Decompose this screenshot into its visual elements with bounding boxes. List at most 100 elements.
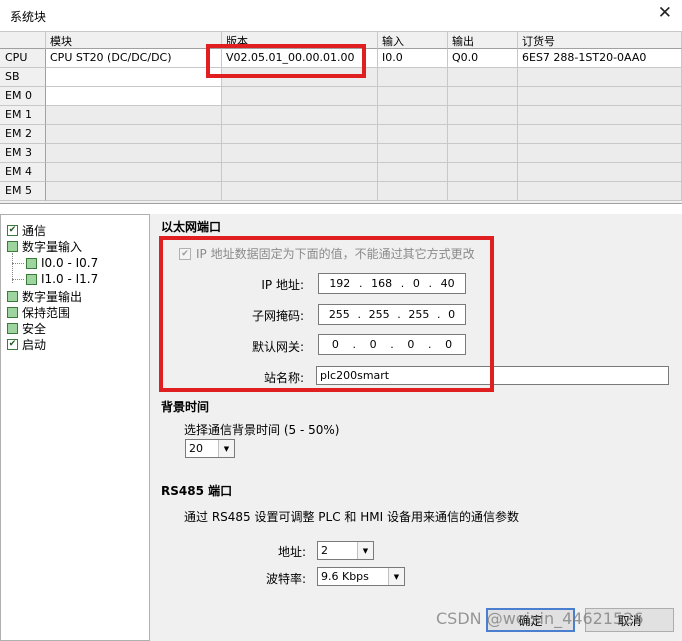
cell-order-number[interactable] <box>518 106 682 125</box>
ip-label: IP 地址: <box>261 278 304 292</box>
tree-item-digital-input[interactable]: 数字量输入 <box>7 238 82 254</box>
cell-order-number[interactable] <box>518 144 682 163</box>
address-value: 2 <box>321 544 328 557</box>
status-square-icon <box>7 322 18 334</box>
row-header[interactable]: SB <box>0 68 46 87</box>
dropdown-arrow-icon[interactable]: ▼ <box>388 568 404 585</box>
header-output[interactable]: 输出 <box>448 32 518 49</box>
cell-input[interactable]: I0.0 <box>378 49 448 68</box>
cell-order-number[interactable] <box>518 68 682 87</box>
cell-order-number[interactable] <box>518 87 682 106</box>
cell-input[interactable] <box>378 106 448 125</box>
subnet-mask-field[interactable]: 255. 255. 255. 0 <box>318 304 466 325</box>
row-header[interactable]: EM 5 <box>0 182 46 201</box>
cell-version[interactable] <box>222 182 378 201</box>
ip-octet-4[interactable]: 40 <box>441 277 455 290</box>
tree-item-startup[interactable]: ✔ 启动 <box>7 336 46 352</box>
gateway-octet-1[interactable]: 0 <box>332 338 339 351</box>
row-header[interactable]: EM 2 <box>0 125 46 144</box>
ip-address-field[interactable]: 192. 168. 0. 40 <box>318 273 466 294</box>
dot-separator: . <box>428 277 433 290</box>
gateway-octet-4[interactable]: 0 <box>445 338 452 351</box>
tree-item-digital-output[interactable]: 数字量输出 <box>7 288 82 304</box>
cell-version[interactable] <box>222 87 378 106</box>
tree-item-i0[interactable]: I0.0 - I0.7 <box>26 255 98 271</box>
dot-separator: . <box>428 338 432 351</box>
cell-version[interactable] <box>222 163 378 182</box>
ip-octet-1[interactable]: 192 <box>329 277 350 290</box>
baud-rate-label: 波特率: <box>265 572 306 586</box>
cell-output[interactable] <box>448 106 518 125</box>
row-header[interactable]: CPU <box>0 49 46 68</box>
ip-octet-3[interactable]: 0 <box>413 277 420 290</box>
header-version[interactable]: 版本 <box>222 32 378 49</box>
row-header[interactable]: EM 3 <box>0 144 46 163</box>
cell-version[interactable] <box>222 125 378 144</box>
header-module[interactable]: 模块 <box>46 32 222 49</box>
tree-item-communication[interactable]: ✔ 通信 <box>7 222 46 238</box>
cell-module[interactable] <box>46 68 222 87</box>
dot-separator: . <box>357 308 361 321</box>
row-header[interactable]: EM 1 <box>0 106 46 125</box>
header-input[interactable]: 输入 <box>378 32 448 49</box>
dot-separator: . <box>400 277 405 290</box>
tree-item-label: 数字量输出 <box>22 289 83 304</box>
cell-module[interactable] <box>46 144 222 163</box>
gateway-label: 默认网关: <box>251 340 304 354</box>
cell-output[interactable] <box>448 68 518 87</box>
cell-input[interactable] <box>378 125 448 144</box>
cell-version[interactable] <box>222 68 378 87</box>
background-time-select[interactable]: 20 ▼ <box>185 439 235 458</box>
station-name-label: 站名称: <box>263 371 304 385</box>
cell-input[interactable] <box>378 163 448 182</box>
dot-separator: . <box>358 277 363 290</box>
subnet-octet-2[interactable]: 255 <box>369 308 390 321</box>
cell-version[interactable] <box>222 144 378 163</box>
baud-rate-select[interactable]: 9.6 Kbps ▼ <box>317 567 405 586</box>
cell-order-number[interactable]: 6ES7 288-1ST20-0AA0 <box>518 49 682 68</box>
cell-input[interactable] <box>378 182 448 201</box>
tree-item-retentive-range[interactable]: 保持范围 <box>7 304 70 320</box>
station-name-input[interactable]: plc200smart <box>316 366 669 385</box>
tree-item-security[interactable]: 安全 <box>7 320 46 336</box>
ip-octet-2[interactable]: 168 <box>371 277 392 290</box>
cell-output[interactable]: Q0.0 <box>448 49 518 68</box>
cell-input[interactable] <box>378 144 448 163</box>
cell-output[interactable] <box>448 163 518 182</box>
dropdown-arrow-icon[interactable]: ▼ <box>218 440 234 457</box>
address-select[interactable]: 2 ▼ <box>317 541 374 560</box>
gateway-octet-3[interactable]: 0 <box>407 338 414 351</box>
cell-version[interactable]: V02.05.01_00.00.01.00 <box>222 49 378 68</box>
cell-output[interactable] <box>448 125 518 144</box>
header-order-number[interactable]: 订货号 <box>518 32 682 49</box>
row-header[interactable]: EM 0 <box>0 87 46 106</box>
default-gateway-field[interactable]: 0. 0. 0. 0 <box>318 334 466 355</box>
cell-module[interactable] <box>46 125 222 144</box>
cell-module[interactable]: CPU ST20 (DC/DC/DC) <box>46 49 222 68</box>
cell-output[interactable] <box>448 182 518 201</box>
gateway-octet-2[interactable]: 0 <box>370 338 377 351</box>
subnet-octet-4[interactable]: 0 <box>448 308 455 321</box>
cell-input[interactable] <box>378 87 448 106</box>
cell-module[interactable] <box>46 106 222 125</box>
cell-output[interactable] <box>448 87 518 106</box>
close-icon[interactable]: ✕ <box>658 3 672 23</box>
cell-version[interactable] <box>222 106 378 125</box>
cell-order-number[interactable] <box>518 182 682 201</box>
tree-item-label: 保持范围 <box>22 305 71 320</box>
subnet-octet-1[interactable]: 255 <box>329 308 350 321</box>
status-square-icon <box>7 240 18 252</box>
cell-module[interactable] <box>46 87 222 106</box>
status-square-icon <box>26 273 37 285</box>
dropdown-arrow-icon[interactable]: ▼ <box>357 542 373 559</box>
cell-module[interactable] <box>46 182 222 201</box>
subnet-octet-3[interactable]: 255 <box>408 308 429 321</box>
row-header[interactable]: EM 4 <box>0 163 46 182</box>
tree-item-i1[interactable]: I1.0 - I1.7 <box>26 271 98 287</box>
rs485-description: 通过 RS485 设置可调整 PLC 和 HMI 设备用来通信的通信参数 <box>184 510 519 524</box>
cell-input[interactable] <box>378 68 448 87</box>
cell-order-number[interactable] <box>518 125 682 144</box>
cell-module[interactable] <box>46 163 222 182</box>
cell-output[interactable] <box>448 144 518 163</box>
cell-order-number[interactable] <box>518 163 682 182</box>
